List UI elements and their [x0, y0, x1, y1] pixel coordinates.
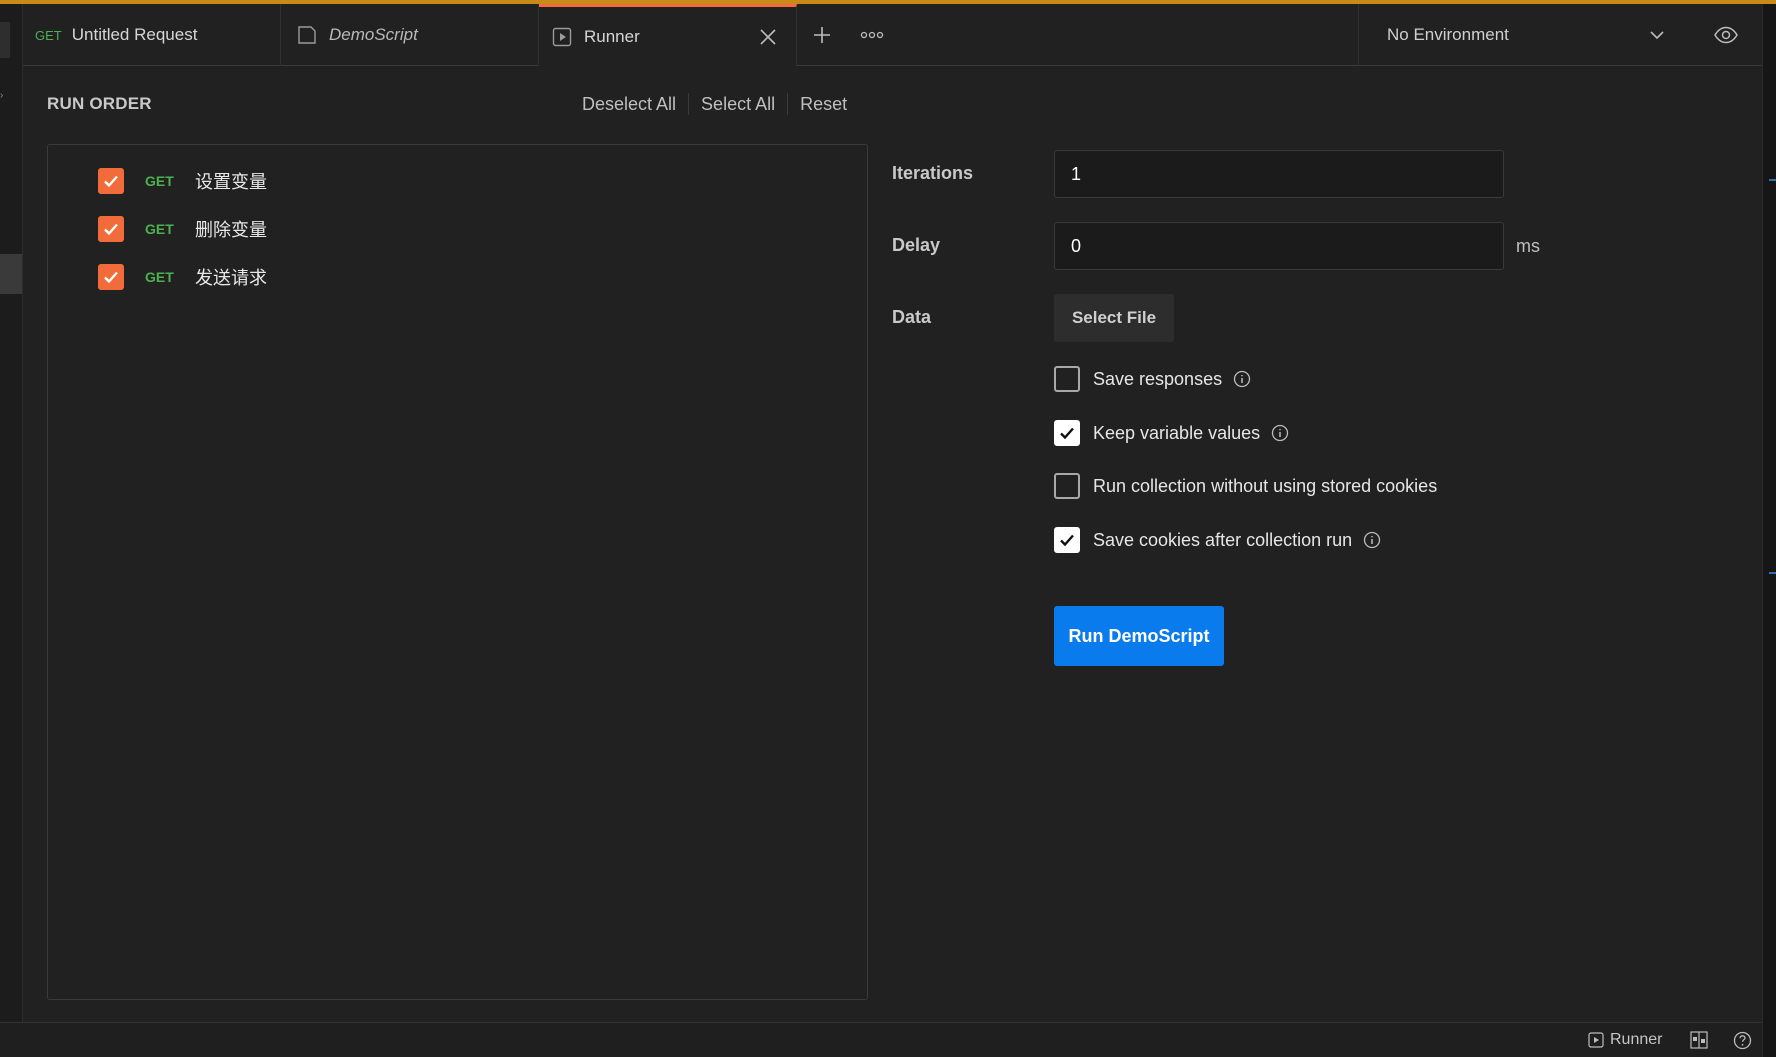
- more-icon: [860, 31, 884, 39]
- check-icon: [104, 271, 118, 284]
- edge-marker: [1769, 572, 1776, 574]
- status-runner-button[interactable]: Runner: [1588, 1031, 1662, 1049]
- info-icon[interactable]: [1363, 531, 1381, 549]
- option-label: Save responses: [1093, 368, 1223, 389]
- delay-unit: ms: [1516, 236, 1540, 256]
- list-item[interactable]: GET 设置变量: [98, 167, 267, 195]
- run-order-list: GET 设置变量 GET 删除变量 GET 发送请求: [47, 144, 868, 1000]
- run-order-actions: Deselect All Select All Reset: [582, 93, 847, 115]
- check-icon: [104, 223, 118, 236]
- select-all-button[interactable]: Select All: [701, 94, 775, 115]
- select-file-button[interactable]: Select File: [1054, 294, 1174, 342]
- request-checkbox[interactable]: [98, 168, 124, 194]
- save-responses-checkbox[interactable]: [1054, 366, 1080, 392]
- method-badge: GET: [145, 269, 174, 285]
- divider: [787, 93, 789, 115]
- environment-label: No Environment: [1387, 25, 1509, 44]
- chevron-down-icon: [1648, 26, 1666, 44]
- method-badge: GET: [145, 173, 174, 189]
- keep-variable-values-checkbox[interactable]: [1054, 420, 1080, 446]
- request-checkbox[interactable]: [98, 264, 124, 290]
- save-cookies-option[interactable]: Save cookies after collection run: [1054, 526, 1381, 554]
- save-cookies-checkbox[interactable]: [1054, 527, 1080, 553]
- eye-icon: [1714, 26, 1738, 44]
- runner-window: › GET Untitled Request DemoScript Runner: [0, 0, 1776, 1057]
- check-icon: [1060, 534, 1074, 547]
- help-icon[interactable]: [1733, 1031, 1752, 1050]
- tab-title: DemoScript: [329, 25, 418, 44]
- option-label: Run collection without using stored cook…: [1093, 475, 1438, 496]
- plus-icon: [814, 27, 830, 43]
- right-scroll-edge[interactable]: [1762, 4, 1776, 1057]
- iterations-label: Iterations: [892, 163, 974, 183]
- status-bar: Runner: [0, 1022, 1762, 1057]
- info-icon[interactable]: [1233, 370, 1251, 388]
- run-without-cookies-checkbox[interactable]: [1054, 473, 1080, 499]
- divider: [688, 93, 690, 115]
- deselect-all-button[interactable]: Deselect All: [582, 94, 676, 115]
- rail-selected-item[interactable]: [0, 254, 22, 294]
- keep-variable-values-option[interactable]: Keep variable values: [1054, 419, 1289, 447]
- request-name: 删除变量: [195, 220, 267, 240]
- check-icon: [1060, 427, 1074, 440]
- option-label: Keep variable values: [1093, 422, 1261, 443]
- runner-icon: [552, 27, 572, 47]
- runner-icon: [1588, 1032, 1604, 1048]
- delay-label: Delay: [892, 235, 941, 255]
- tab-demoscript[interactable]: DemoScript: [281, 4, 539, 66]
- list-item[interactable]: GET 删除变量: [98, 215, 267, 243]
- environment-quick-look-button[interactable]: [1713, 22, 1739, 48]
- layout-toggle-icon[interactable]: [1690, 1031, 1708, 1049]
- collection-icon: [297, 25, 317, 45]
- tab-bar: GET Untitled Request DemoScript Runner N…: [23, 4, 1762, 67]
- reset-button[interactable]: Reset: [800, 94, 847, 115]
- tab-runner[interactable]: Runner: [539, 4, 797, 67]
- environment-select[interactable]: No Environment: [1358, 4, 1726, 66]
- tab-untitled-request[interactable]: GET Untitled Request: [23, 4, 281, 66]
- left-sidebar-rail: ›: [0, 4, 23, 1022]
- rail-handle[interactable]: [0, 22, 10, 58]
- edge-marker: [1769, 179, 1776, 181]
- request-name: 设置变量: [195, 172, 267, 192]
- tab-method-badge: GET: [35, 27, 62, 43]
- tab-title: Runner: [584, 26, 640, 46]
- more-tabs-button[interactable]: [859, 22, 885, 48]
- check-icon: [104, 175, 118, 188]
- save-responses-option[interactable]: Save responses: [1054, 365, 1251, 393]
- new-tab-button[interactable]: [809, 22, 835, 48]
- request-name: 发送请求: [195, 268, 267, 288]
- run-collection-button[interactable]: Run DemoScript: [1054, 606, 1224, 666]
- option-label: Save cookies after collection run: [1093, 529, 1353, 550]
- chevron-right-icon[interactable]: ›: [0, 90, 8, 102]
- status-runner-label: Runner: [1610, 1031, 1663, 1048]
- run-without-cookies-option[interactable]: Run collection without using stored cook…: [1054, 472, 1437, 500]
- list-item[interactable]: GET 发送请求: [98, 263, 267, 291]
- method-badge: GET: [145, 221, 174, 237]
- tab-title: Untitled Request: [71, 25, 198, 44]
- delay-input[interactable]: 0: [1054, 222, 1504, 270]
- request-checkbox[interactable]: [98, 216, 124, 242]
- iterations-input[interactable]: 1: [1054, 150, 1504, 198]
- data-label: Data: [892, 307, 932, 327]
- run-order-title: RUN ORDER: [47, 94, 152, 113]
- close-icon[interactable]: [758, 27, 778, 47]
- info-icon[interactable]: [1271, 424, 1289, 442]
